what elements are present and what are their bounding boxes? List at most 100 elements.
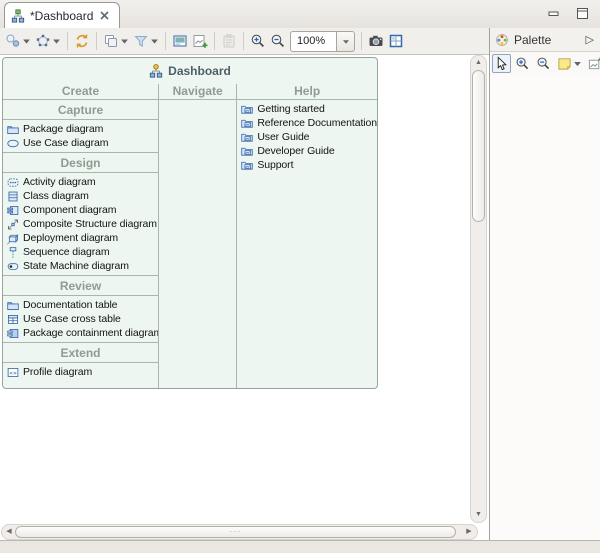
horizontal-scrollbar[interactable]: ◀ ··· ▶ [1, 524, 478, 540]
sequence-icon [6, 246, 20, 259]
toolbar-separator [361, 32, 362, 50]
dashboard-item-documentation-table[interactable]: Documentation table [3, 298, 158, 312]
dashboard-hierarchy-icon [149, 64, 163, 78]
filter-button[interactable] [131, 30, 161, 52]
vertical-scrollbar[interactable]: ▲ ▼ [470, 55, 487, 523]
sync-button[interactable] [72, 30, 92, 52]
dashboard-column-create: CreateCapturePackage diagramUse Case dia… [3, 84, 159, 389]
note-tool[interactable] [555, 54, 584, 73]
dashboard-item-composite-structure-diagram[interactable]: Composite Structure diagram [3, 217, 158, 231]
item-label: Class diagram [23, 190, 89, 202]
dashboard-column-help: HelpGetting startedReference Documentati… [237, 84, 377, 389]
dashboard-item-getting-started[interactable]: Getting started [237, 102, 377, 116]
new-diagram-button[interactable] [3, 30, 33, 52]
scroll-up-icon[interactable]: ▲ [471, 57, 486, 69]
maximize-icon[interactable] [575, 6, 590, 21]
dashboard-title: Dashboard [3, 58, 377, 84]
close-icon[interactable] [98, 9, 111, 22]
help-folder-icon [240, 131, 254, 144]
zoom-in-icon [515, 56, 530, 71]
dashboard-item-deployment-diagram[interactable]: Deployment diagram [3, 231, 158, 245]
add-image-icon [192, 33, 208, 49]
screenshot-button[interactable] [170, 30, 190, 52]
note-icon [557, 56, 572, 71]
new-diagram-button-dropdown-icon[interactable] [22, 33, 31, 49]
zoom-level-combo[interactable]: 100% [290, 31, 355, 52]
combo-dropdown-icon[interactable] [337, 31, 355, 52]
dashboard-item-use-case-diagram[interactable]: Use Case diagram [3, 136, 158, 150]
image-tool[interactable] [586, 54, 600, 73]
palette-header[interactable]: Palette ▷ [490, 28, 600, 52]
palette-title: Palette [514, 33, 581, 47]
dashboard-item-package-containment-diagram[interactable]: Package containment diagram [3, 326, 158, 340]
dashboard-item-component-diagram[interactable]: Component diagram [3, 203, 158, 217]
dashboard-item-profile-diagram[interactable]: «»Profile diagram [3, 365, 158, 379]
tab-dashboard[interactable]: *Dashboard [4, 2, 120, 28]
dashboard-item-support[interactable]: Support [237, 158, 377, 172]
zoom-in-icon [250, 33, 266, 49]
dashboard-item-developer-guide[interactable]: Developer Guide [237, 144, 377, 158]
palette-zoom-in-tool[interactable] [513, 54, 532, 73]
zoom-out-button[interactable] [268, 30, 288, 52]
dashboard-item-user-guide[interactable]: User Guide [237, 130, 377, 144]
filter-button-dropdown-icon[interactable] [150, 33, 159, 49]
folder-icon [6, 299, 20, 312]
item-label: Support [257, 159, 293, 171]
grid-snapshot-icon [388, 33, 404, 49]
cursor-icon [494, 56, 509, 71]
activity-icon [6, 176, 20, 189]
scroll-down-icon[interactable]: ▼ [471, 509, 486, 521]
arrange-button[interactable] [33, 30, 63, 52]
toolbar-separator [214, 32, 215, 50]
editor-tabbar: *Dashboard [0, 0, 600, 28]
column-header-create: Create [3, 84, 158, 100]
table-icon [6, 313, 20, 326]
dashboard-item-use-case-cross-table[interactable]: Use Case cross table [3, 312, 158, 326]
export-image-button[interactable] [366, 30, 386, 52]
dashboard-item-activity-diagram[interactable]: Activity diagram [3, 175, 158, 189]
copy-appearance-button[interactable] [101, 30, 131, 52]
item-label: Deployment diagram [23, 232, 118, 244]
toolbar-separator [243, 32, 244, 50]
diagram-canvas[interactable]: Dashboard CreateCapturePackage diagramUse… [0, 55, 489, 540]
section-items-extend: «»Profile diagram [3, 363, 158, 381]
dashboard-item-state-machine-diagram[interactable]: State Machine diagram [3, 259, 158, 273]
main-toolbar: 100% [0, 28, 489, 55]
palette-expand-icon[interactable]: ▷ [586, 33, 594, 46]
section-items-capture: Package diagramUse Case diagram [3, 120, 158, 153]
select-tool[interactable] [492, 54, 511, 73]
item-label: Developer Guide [257, 145, 334, 157]
item-label: Profile diagram [23, 366, 92, 378]
dashboard-item-reference-documentation[interactable]: Reference Documentation [237, 116, 377, 130]
horizontal-scrollbar-thumb[interactable]: ··· [15, 526, 456, 538]
add-image-button[interactable] [190, 30, 210, 52]
help-folder-icon [240, 145, 254, 158]
dashboard-item-sequence-diagram[interactable]: Sequence diagram [3, 245, 158, 259]
scroll-left-icon[interactable]: ◀ [4, 525, 14, 539]
dashboard-title-label: Dashboard [168, 64, 231, 78]
note-tool-dropdown-icon[interactable] [573, 56, 582, 72]
dashboard-columns: CreateCapturePackage diagramUse Case dia… [3, 84, 377, 389]
copy-appearance-button-dropdown-icon[interactable] [120, 33, 129, 49]
dashboard-item-class-diagram[interactable]: Class diagram [3, 189, 158, 203]
palette-zoom-out-tool[interactable] [534, 54, 553, 73]
item-label: Activity diagram [23, 176, 96, 188]
vertical-scrollbar-thumb[interactable] [472, 70, 485, 222]
arrange-button-dropdown-icon[interactable] [52, 33, 61, 49]
window-bottom-strip [0, 540, 600, 553]
zoom-level-value[interactable]: 100% [290, 31, 337, 52]
paste-icon [221, 33, 237, 49]
paste-button [219, 30, 239, 52]
palette-icon [495, 33, 509, 47]
dashboard-item-package-diagram[interactable]: Package diagram [3, 122, 158, 136]
diagram-hierarchy-icon [11, 9, 25, 23]
item-label: User Guide [257, 131, 309, 143]
section-items-review: Documentation tableUse Case cross tableP… [3, 296, 158, 343]
usecase-icon [6, 137, 20, 150]
item-label: Documentation table [23, 299, 117, 311]
zoom-in-button[interactable] [248, 30, 268, 52]
scroll-right-icon[interactable]: ▶ [463, 525, 475, 539]
snapshot-button[interactable] [386, 30, 406, 52]
minimize-icon[interactable] [546, 6, 561, 21]
image-pin-icon [588, 56, 600, 71]
